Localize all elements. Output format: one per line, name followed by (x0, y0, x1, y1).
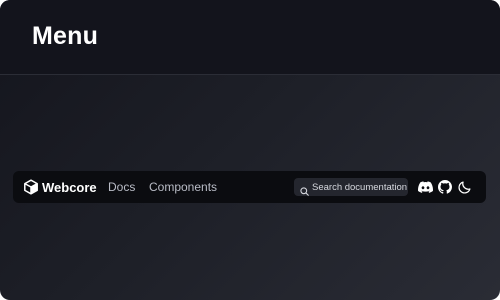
discord-icon[interactable] (417, 179, 433, 195)
page-title: Menu (32, 22, 99, 50)
brand-name: Webcore (42, 179, 97, 195)
github-icon[interactable] (437, 179, 453, 195)
top-navbar: Webcore Docs Components Search documenta… (13, 171, 486, 203)
nav-link-components[interactable]: Components (149, 179, 217, 195)
search-placeholder: Search documentation (312, 181, 408, 193)
cube-logo-icon (23, 179, 39, 195)
menu-preview-card: Menu Webcore Docs Components Search docu… (0, 0, 500, 300)
nav-link-docs[interactable]: Docs (108, 179, 135, 195)
moon-icon[interactable] (457, 179, 473, 195)
search-icon (300, 183, 309, 196)
brand-link[interactable]: Webcore (23, 178, 97, 196)
page-header: Menu (0, 0, 500, 75)
search-button[interactable]: Search documentation (294, 178, 408, 196)
